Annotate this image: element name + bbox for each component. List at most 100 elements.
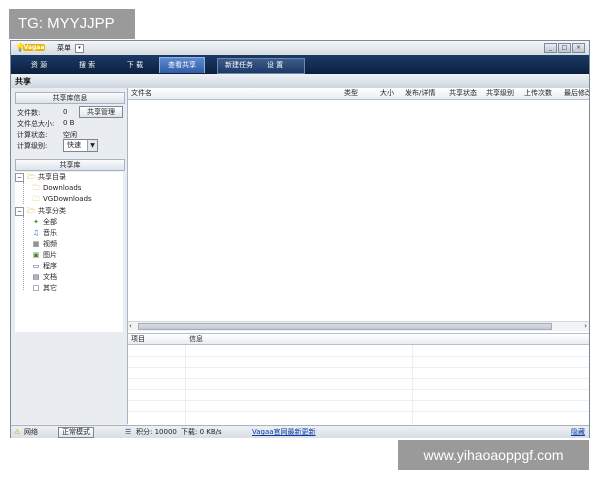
score-text: 积分: 10000 (136, 428, 177, 436)
tree-node-documents[interactable]: ▤ 文档 (31, 272, 57, 282)
folder-icon: 🗀 (32, 195, 40, 203)
col-size[interactable]: 大小 (380, 89, 394, 98)
tree-node-other[interactable]: □ 其它 (31, 283, 57, 293)
tab-settings[interactable]: 设 置 (261, 59, 289, 72)
calc-status-label: 计算状态: (17, 131, 48, 139)
col-info[interactable]: 信息 (189, 335, 203, 344)
tab-resources[interactable]: 资 源 (23, 59, 55, 72)
puzzle-icon: ✦ (33, 218, 39, 226)
network-status: 网络 (24, 428, 38, 436)
grid-row-line (128, 400, 589, 401)
main-toolbar: 资 源 搜 索 下 载 查看共享 新建任务 设 置 (11, 55, 589, 74)
close-button[interactable]: × (572, 43, 585, 53)
folder-icon: 🗁 (26, 207, 36, 215)
col-upload-count[interactable]: 上传次数 (524, 89, 552, 98)
window-icon: ▭ (32, 262, 40, 270)
scroll-left-icon[interactable]: ‹ (129, 322, 132, 331)
list-icon: ☰ (125, 428, 132, 436)
tree-node-shared-dirs[interactable]: − 🗁 共享目录 (15, 172, 66, 182)
tab-search[interactable]: 搜 索 (71, 59, 103, 72)
col-item[interactable]: 项目 (131, 335, 145, 344)
scroll-right-icon[interactable]: › (584, 322, 587, 331)
calc-level-label: 计算级别: (17, 142, 48, 150)
mode-button[interactable]: 正常模式 (58, 427, 94, 438)
app-logo: 💡 Vagaa (15, 43, 45, 52)
maximize-button[interactable]: □ (558, 43, 571, 53)
tree-node-vgdownloads[interactable]: 🗀 VGDownloads (31, 194, 92, 204)
tree-node-all[interactable]: ✦ 全部 (31, 217, 57, 227)
share-manage-button[interactable]: 共享管理 (79, 106, 123, 118)
file-list-panel: 文件名 类型 大小 发布/详情 共享状态 共享级别 上传次数 最后修改 ‹ › … (128, 88, 589, 425)
grid-row-line (128, 356, 589, 357)
tab-new-task[interactable]: 新建任务 (221, 59, 257, 72)
tree-label: 程序 (43, 262, 57, 270)
tab-view-share[interactable]: 查看共享 (159, 57, 205, 73)
col-publish[interactable]: 发布/详情 (405, 89, 435, 98)
tree-node-programs[interactable]: ▭ 程序 (31, 261, 57, 271)
menu-button[interactable]: 菜单 (57, 43, 71, 53)
horizontal-scrollbar[interactable]: ‹ › (128, 321, 589, 331)
col-last-modified[interactable]: 最后修改 (564, 89, 589, 98)
hide-link[interactable]: 隐藏 (571, 427, 585, 437)
document-icon: ▤ (32, 273, 40, 281)
col-type[interactable]: 类型 (344, 89, 358, 98)
chevron-down-icon[interactable]: ▾ (75, 44, 84, 53)
share-tree: − 🗁 共享目录 🗀 Downloads 🗀 VGDownloads − 🗁 共享分类 ✦ 全… (15, 172, 123, 332)
calc-level-select[interactable]: 快速 ▼ (63, 139, 98, 152)
folder-icon: 🗁 (26, 173, 36, 181)
warning-icon: ⚠ (14, 428, 21, 436)
window-controls: _ □ × (543, 43, 585, 53)
section-title: 共享 (15, 77, 31, 86)
file-count-label: 文件数: (17, 109, 41, 117)
tree-node-music[interactable]: ♫ 音乐 (31, 228, 57, 238)
tree-label: 音乐 (43, 229, 57, 237)
tree-label: 共享目录 (38, 173, 66, 181)
col-share-status[interactable]: 共享状态 (449, 89, 477, 98)
tree-label: 全部 (43, 218, 57, 226)
tree-label: 图片 (43, 251, 57, 259)
collapse-icon[interactable]: − (15, 172, 24, 182)
info-table-header: 项目 信息 (128, 334, 589, 345)
bulb-icon: 💡 (15, 43, 25, 52)
calc-level-value: 快速 (67, 141, 81, 149)
watermark-bottom: www.yihaoaoppgf.com (398, 440, 589, 470)
tree-label: 其它 (43, 284, 57, 292)
col-filename[interactable]: 文件名 (131, 89, 152, 98)
tree-label: Downloads (43, 184, 82, 192)
grid-row-line (128, 378, 589, 379)
tree-label: 共享分类 (38, 207, 66, 215)
watermark-top: TG: MYYJJPP (9, 9, 135, 39)
tree-node-pictures[interactable]: ▣ 图片 (31, 250, 57, 260)
file-icon: □ (32, 284, 40, 292)
image-icon: ▣ (32, 251, 40, 259)
grid-row-line (128, 411, 589, 412)
collapse-icon[interactable]: − (15, 206, 24, 216)
app-window: 💡 Vagaa 菜单 ▾ _ □ × 资 源 搜 索 下 载 查看共享 新建任务… (10, 40, 590, 438)
film-icon: ▦ (32, 240, 40, 248)
folder-icon: 🗀 (32, 184, 40, 192)
tree-line (23, 216, 24, 290)
tree-label: 视频 (43, 240, 57, 248)
scroll-thumb[interactable] (138, 323, 552, 330)
grid-row-line (128, 367, 589, 368)
grid-row-line (128, 389, 589, 390)
download-speed: 下载: 0 KB/s (181, 428, 222, 436)
tree-line (23, 182, 24, 204)
library-header: 共享库 (15, 159, 125, 171)
tree-node-video[interactable]: ▦ 视频 (31, 239, 57, 249)
left-panel: 共享库信息 文件数: 0 共享管理 文件总大小: 0 B 计算状态: 空闲 计算… (11, 88, 128, 424)
title-bar: 💡 Vagaa 菜单 ▾ _ □ × (11, 41, 589, 56)
minimize-button[interactable]: _ (544, 43, 557, 53)
total-size-value: 0 B (63, 119, 75, 127)
section-header: 共享 (11, 74, 589, 89)
music-icon: ♫ (32, 229, 40, 237)
tree-node-categories[interactable]: − 🗁 共享分类 (15, 206, 66, 216)
grid-divider (185, 345, 186, 425)
grid-divider (412, 345, 413, 425)
logo-text: Vagaa (23, 44, 45, 51)
tab-download[interactable]: 下 载 (119, 59, 151, 72)
news-link[interactable]: Vagaa官网最新更新 (252, 427, 316, 437)
file-count-value: 0 (63, 108, 68, 116)
tree-node-downloads[interactable]: 🗀 Downloads (31, 183, 82, 193)
col-share-level[interactable]: 共享级别 (486, 89, 514, 98)
